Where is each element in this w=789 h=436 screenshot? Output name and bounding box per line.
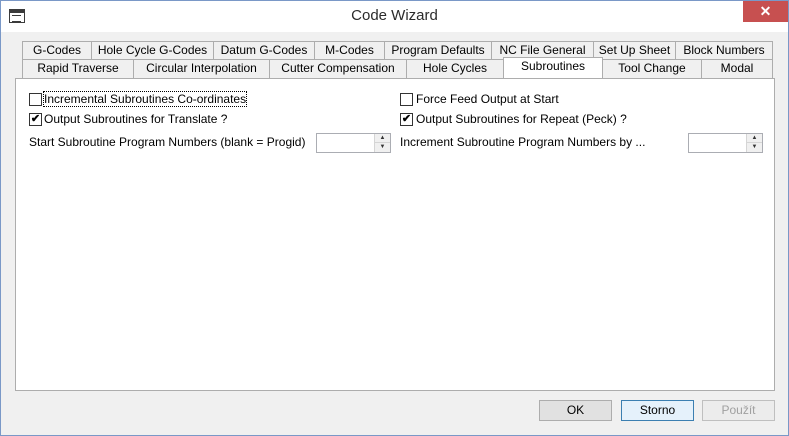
window-title: Code Wizard	[351, 7, 438, 24]
increment-numbers-label: Increment Subroutine Program Numbers by …	[400, 135, 646, 149]
tab-hole-cycles[interactable]: Hole Cycles	[406, 59, 504, 78]
tab-subroutines[interactable]: Subroutines	[503, 57, 603, 78]
code-wizard-window: Code Wizard ✕ G-Codes Hole Cycle G-Codes…	[0, 0, 789, 436]
spin-up-icon[interactable]: ▲	[374, 134, 390, 143]
increment-numbers-input[interactable]	[689, 134, 746, 152]
subroutines-panel: Incremental Subroutines Co-ordinates For…	[15, 78, 775, 391]
dialog-body: G-Codes Hole Cycle G-Codes Datum G-Codes…	[8, 32, 781, 430]
tab-hole-cycle-g-codes[interactable]: Hole Cycle G-Codes	[91, 41, 214, 60]
start-numbers-spinner: ▲ ▼	[316, 133, 391, 153]
tab-modal[interactable]: Modal	[701, 59, 773, 78]
tab-circular-interpolation[interactable]: Circular Interpolation	[133, 59, 270, 78]
title-bar: Code Wizard ✕	[1, 1, 788, 32]
incremental-coords-label: Incremental Subroutines Co-ordinates	[42, 91, 248, 107]
tab-tool-change[interactable]: Tool Change	[602, 59, 702, 78]
increment-numbers-spinner: ▲ ▼	[688, 133, 763, 153]
tab-set-up-sheet[interactable]: Set Up Sheet	[593, 41, 676, 60]
tab-cutter-compensation[interactable]: Cutter Compensation	[269, 59, 407, 78]
start-numbers-input[interactable]	[317, 134, 374, 152]
output-repeat-checkbox[interactable]: ✔	[400, 113, 413, 126]
spin-down-icon[interactable]: ▼	[374, 143, 390, 152]
cancel-button[interactable]: Storno	[621, 400, 694, 421]
tab-program-defaults[interactable]: Program Defaults	[384, 41, 492, 60]
tab-block-numbers[interactable]: Block Numbers	[675, 41, 773, 60]
output-repeat-label: Output Subroutines for Repeat (Peck) ?	[416, 112, 627, 126]
apply-button[interactable]: Použít	[702, 400, 775, 421]
ok-button[interactable]: OK	[539, 400, 612, 421]
tab-m-codes[interactable]: M-Codes	[314, 41, 385, 60]
force-feed-checkbox[interactable]	[400, 93, 413, 106]
output-translate-checkbox[interactable]: ✔	[29, 113, 42, 126]
tab-datum-g-codes[interactable]: Datum G-Codes	[213, 41, 315, 60]
output-translate-label: Output Subroutines for Translate ?	[44, 112, 228, 126]
spin-up-icon[interactable]: ▲	[746, 134, 762, 143]
start-numbers-label: Start Subroutine Program Numbers (blank …	[29, 135, 306, 149]
incremental-coords-checkbox[interactable]	[29, 93, 42, 106]
tab-g-codes[interactable]: G-Codes	[22, 41, 92, 60]
close-button[interactable]: ✕	[743, 1, 788, 22]
tab-rapid-traverse[interactable]: Rapid Traverse	[22, 59, 134, 78]
spin-down-icon[interactable]: ▼	[746, 143, 762, 152]
force-feed-label: Force Feed Output at Start	[416, 92, 559, 106]
